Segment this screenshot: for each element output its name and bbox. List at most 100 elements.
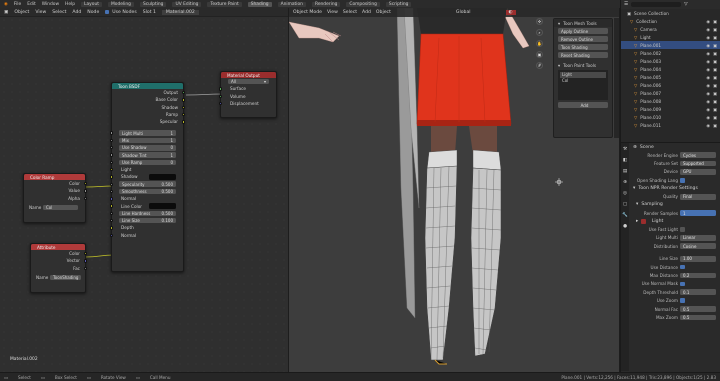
toon-settings-header[interactable]: ▾ Toon NPR Render Settings bbox=[630, 185, 720, 193]
socket-icon[interactable] bbox=[83, 266, 87, 270]
viewport-view-menu[interactable]: View bbox=[327, 10, 338, 15]
workspace-tab-scripting[interactable]: Scripting bbox=[385, 1, 412, 7]
modifier-tab-icon[interactable]: 🔧 bbox=[622, 213, 628, 218]
ne-mode-dropdown[interactable]: Object bbox=[14, 10, 29, 15]
value-field[interactable]: Shadow Tint 1 bbox=[119, 152, 176, 158]
ne-add-menu[interactable]: Add bbox=[72, 10, 81, 15]
socket-icon[interactable] bbox=[83, 196, 87, 200]
socket-icon[interactable] bbox=[110, 153, 114, 157]
menu-window[interactable]: Window bbox=[42, 2, 59, 7]
camera-render-icon[interactable]: ▣ bbox=[713, 51, 717, 56]
camera-render-icon[interactable]: ▣ bbox=[713, 19, 717, 24]
workspace-tab-sculpting[interactable]: Sculpting bbox=[139, 1, 167, 7]
workspace-tab-layout[interactable]: Layout bbox=[81, 1, 102, 7]
workspace-tab-animation[interactable]: Animation bbox=[277, 1, 306, 7]
visibility-eye-icon[interactable]: ◉ bbox=[706, 115, 710, 120]
checkbox-icon[interactable] bbox=[680, 264, 685, 270]
outliner-row[interactable]: ▽ Plane.011 ◉ ▣ bbox=[621, 121, 720, 129]
socket-icon[interactable] bbox=[181, 98, 185, 102]
socket-icon[interactable] bbox=[110, 226, 114, 230]
visibility-eye-icon[interactable]: ◉ bbox=[706, 27, 710, 32]
value-field[interactable]: Light Multi 1 bbox=[119, 130, 176, 136]
socket-icon[interactable] bbox=[219, 94, 223, 98]
value-field[interactable]: Specularity 0.500 bbox=[119, 181, 176, 187]
workspace-tab-uv[interactable]: UV Editing bbox=[172, 1, 202, 7]
visibility-eye-icon[interactable]: ◉ bbox=[706, 91, 710, 96]
value-field[interactable]: Mix 1 bbox=[119, 137, 176, 144]
visibility-eye-icon[interactable]: ◉ bbox=[706, 59, 710, 64]
visibility-eye-icon[interactable]: ◉ bbox=[706, 35, 710, 40]
world-tab-icon[interactable]: ◎ bbox=[623, 191, 627, 196]
camera-render-icon[interactable]: ▣ bbox=[713, 67, 717, 72]
outliner-row[interactable]: ▽ Plane.010 ◉ ▣ bbox=[621, 113, 720, 121]
outliner-row[interactable]: ▽ Plane.005 ◉ ▣ bbox=[621, 73, 720, 81]
outliner-row[interactable]: ▽ Camera ◉ ▣ bbox=[621, 25, 720, 33]
prop-value-field[interactable]: 0.5 bbox=[680, 314, 716, 321]
outliner-row[interactable]: ▽ Plane.004 ◉ ▣ bbox=[621, 65, 720, 73]
visibility-eye-icon[interactable]: ◉ bbox=[706, 67, 710, 72]
socket-icon[interactable] bbox=[110, 131, 114, 135]
prop-value-field[interactable]: GPU bbox=[680, 169, 716, 175]
camera-render-icon[interactable]: ▣ bbox=[713, 83, 717, 88]
visibility-eye-icon[interactable]: ◉ bbox=[706, 19, 710, 24]
camera-render-icon[interactable]: ▣ bbox=[713, 123, 717, 128]
prop-value-field[interactable]: Cosine bbox=[680, 243, 716, 250]
outliner-row[interactable]: ▽ Plane.008 ◉ ▣ bbox=[621, 97, 720, 105]
outliner-row[interactable]: ▽ Collection ◉ ▣ bbox=[621, 17, 720, 25]
socket-icon[interactable] bbox=[219, 101, 223, 106]
visibility-eye-icon[interactable]: ◉ bbox=[706, 43, 710, 48]
menu-edit[interactable]: Edit bbox=[27, 2, 36, 7]
target-dropdown[interactable]: All ▾ bbox=[228, 78, 269, 85]
checkbox-icon[interactable] bbox=[641, 219, 646, 224]
outliner-row[interactable]: ▽ Plane.003 ◉ ▣ bbox=[621, 57, 720, 65]
workspace-tab-rendering[interactable]: Rendering bbox=[311, 1, 341, 7]
tool-tab-icon[interactable]: ⚒ bbox=[623, 147, 627, 152]
value-field[interactable]: Line Hardness 0.500 bbox=[119, 210, 176, 217]
socket-icon[interactable] bbox=[219, 87, 223, 91]
scene-tab-icon[interactable]: ⊕ bbox=[623, 180, 627, 185]
prop-value-field[interactable]: Cycles bbox=[680, 152, 716, 159]
toon-bsdf-node[interactable]: Toon BSDF Output Base Color Shadow Ramp … bbox=[110, 82, 185, 272]
socket-icon[interactable] bbox=[110, 204, 114, 208]
ne-select-menu[interactable]: Select bbox=[52, 10, 66, 15]
socket-icon[interactable] bbox=[110, 197, 114, 201]
camera-render-icon[interactable]: ▣ bbox=[713, 99, 717, 104]
viewport-select-menu[interactable]: Select bbox=[343, 10, 357, 15]
attribute-list[interactable]: Light Col bbox=[558, 70, 608, 100]
camera-render-icon[interactable]: ▣ bbox=[713, 35, 717, 40]
menu-help[interactable]: Help bbox=[65, 2, 75, 7]
camera-render-icon[interactable]: ▣ bbox=[713, 91, 717, 96]
material-selector[interactable]: Material.002 bbox=[161, 9, 199, 15]
checkbox-icon[interactable] bbox=[680, 227, 685, 232]
viewport-add-menu[interactable]: Add bbox=[362, 10, 371, 15]
blender-logo-icon[interactable]: ◉ bbox=[4, 2, 8, 7]
visibility-eye-icon[interactable]: ◉ bbox=[706, 83, 710, 88]
camera-render-icon[interactable]: ▣ bbox=[713, 27, 717, 32]
outliner-row[interactable]: ▽ Plane.009 ◉ ▣ bbox=[621, 105, 720, 113]
socket-icon[interactable] bbox=[110, 138, 114, 143]
toon-shading-button[interactable]: Toon Shading bbox=[558, 44, 608, 50]
attribute-node[interactable]: Attribute Color Vector Fac Name ToonShadi… bbox=[30, 243, 87, 293]
menu-file[interactable]: File bbox=[14, 2, 21, 7]
editor-type-icon[interactable]: ▣ bbox=[4, 10, 8, 15]
value-field[interactable]: Line Size 0.100 bbox=[119, 217, 176, 224]
outliner[interactable]: ☰ ▽ ▣ Scene Collection ▽ Collection ◉ ▣ ▽ Came… bbox=[620, 0, 720, 142]
material-tab-icon[interactable]: ● bbox=[623, 224, 627, 229]
prop-value-field[interactable]: 1.00 bbox=[680, 255, 716, 262]
search-field[interactable] bbox=[631, 2, 682, 7]
checkbox-icon[interactable] bbox=[680, 281, 685, 287]
socket-icon[interactable] bbox=[83, 189, 87, 193]
checkbox-icon[interactable] bbox=[680, 178, 685, 183]
output-tab-icon[interactable]: ▤ bbox=[623, 169, 627, 174]
color-swatch[interactable] bbox=[149, 174, 176, 180]
camera-render-icon[interactable]: ▣ bbox=[713, 107, 717, 112]
list-item[interactable]: Col bbox=[560, 78, 606, 84]
socket-icon[interactable] bbox=[181, 105, 185, 109]
grid-icon[interactable]: # bbox=[536, 62, 543, 69]
reset-shading-button[interactable]: Reset Shading bbox=[558, 52, 608, 58]
socket-icon[interactable] bbox=[110, 182, 114, 186]
viewport-mode-dropdown[interactable]: Object Mode bbox=[293, 10, 322, 15]
use-nodes-toggle[interactable]: Use Nodes bbox=[105, 10, 137, 15]
checkbox-icon[interactable] bbox=[680, 298, 685, 303]
zoom-icon[interactable]: ⌕ bbox=[536, 29, 543, 36]
